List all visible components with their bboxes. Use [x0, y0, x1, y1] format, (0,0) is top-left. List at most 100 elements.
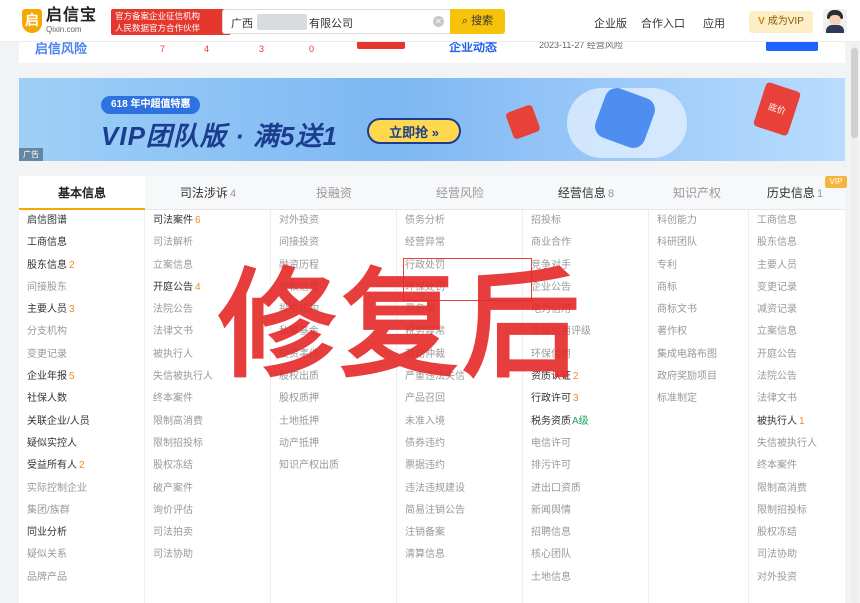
category-item[interactable]: 主要人员 3: [19, 299, 144, 321]
category-item[interactable]: 变更记录: [749, 277, 845, 299]
category-item[interactable]: 新闻舆情: [523, 500, 648, 522]
category-item[interactable]: 司法协助: [749, 544, 845, 566]
category-item[interactable]: 法院公告: [749, 366, 845, 388]
category-item[interactable]: 司法案件 6: [145, 210, 270, 232]
category-item[interactable]: 对外投资: [271, 210, 396, 232]
category-item[interactable]: 集成电路布图: [649, 344, 748, 366]
category-item[interactable]: 间接投资: [271, 232, 396, 254]
category-item[interactable]: 对外投资: [749, 567, 845, 589]
qixin-logo[interactable]: 启 启信宝 Qixin.com: [22, 8, 97, 34]
page-scrollbar[interactable]: [851, 44, 858, 603]
category-item[interactable]: 疑似实控人: [19, 433, 144, 455]
avatar[interactable]: [823, 9, 847, 33]
category-item[interactable]: 经营异常: [397, 232, 522, 254]
category-item[interactable]: 限制高消费: [145, 411, 270, 433]
category-item[interactable]: 品牌产品: [19, 567, 144, 589]
category-item[interactable]: 失信被执行人: [749, 433, 845, 455]
category-item[interactable]: 违法违规建设: [397, 478, 522, 500]
category-item[interactable]: 债务分析: [397, 210, 522, 232]
category-item[interactable]: 专利: [649, 255, 748, 277]
scrollbar-thumb[interactable]: [851, 48, 858, 138]
category-item[interactable]: 标准制定: [649, 388, 748, 410]
category-item[interactable]: 招投标: [523, 210, 648, 232]
category-item[interactable]: 招聘信息: [523, 522, 648, 544]
search-input[interactable]: 广西 有限公司 ✕: [222, 9, 450, 34]
tab-basic-info[interactable]: 基本信息: [19, 176, 145, 210]
category-item[interactable]: 集团/族群: [19, 500, 144, 522]
category-item[interactable]: 立案信息: [749, 321, 845, 343]
category-item[interactable]: 著作权: [649, 321, 748, 343]
category-item[interactable]: 科研团队: [649, 232, 748, 254]
category-item[interactable]: 进出口资质: [523, 478, 648, 500]
category-item[interactable]: 股东信息: [749, 232, 845, 254]
category-item[interactable]: 变更记录: [19, 344, 144, 366]
category-item[interactable]: 未准入境: [397, 411, 522, 433]
category-item[interactable]: 实际控制企业: [19, 478, 144, 500]
category-item[interactable]: 限制招投标: [749, 500, 845, 522]
category-item[interactable]: 核心团队: [523, 544, 648, 566]
category-item[interactable]: 知识产权出质: [271, 455, 396, 477]
category-item[interactable]: 疑似关系: [19, 544, 144, 566]
category-item[interactable]: 企业年报 5: [19, 366, 144, 388]
category-item[interactable]: 商标: [649, 277, 748, 299]
category-item[interactable]: 限制高消费: [749, 478, 845, 500]
category-item[interactable]: 主要人员: [749, 255, 845, 277]
category-item[interactable]: 询价评估: [145, 500, 270, 522]
category-item[interactable]: 简易注销公告: [397, 500, 522, 522]
category-item[interactable]: 土地信息: [523, 567, 648, 589]
category-item[interactable]: 债券违约: [397, 433, 522, 455]
become-vip-button[interactable]: V 成为VIP: [749, 11, 813, 33]
category-item[interactable]: 司法解析: [145, 232, 270, 254]
category-item[interactable]: 同业分析: [19, 522, 144, 544]
category-item[interactable]: 股东信息 2: [19, 255, 144, 277]
category-item[interactable]: 商业合作: [523, 232, 648, 254]
category-item[interactable]: 破产案件: [145, 478, 270, 500]
category-item[interactable]: 税务资质A级: [523, 411, 648, 433]
category-item[interactable]: 票据违约: [397, 455, 522, 477]
category-item[interactable]: 受益所有人 2: [19, 455, 144, 477]
category-item[interactable]: 工商信息: [749, 210, 845, 232]
clear-icon[interactable]: ✕: [433, 16, 444, 27]
category-item[interactable]: 终本案件: [749, 455, 845, 477]
category-item[interactable]: 社保人数: [19, 388, 144, 410]
nav-partner[interactable]: 合作入口: [641, 15, 685, 31]
category-item[interactable]: 关联企业/人员: [19, 411, 144, 433]
category-item[interactable]: 注销备案: [397, 522, 522, 544]
category-item[interactable]: 限制招投标: [145, 433, 270, 455]
risk-count[interactable]: 0: [309, 44, 314, 54]
nav-enterprise[interactable]: 企业版: [594, 15, 627, 31]
risk-count[interactable]: 7: [160, 44, 165, 54]
category-item[interactable]: 工商信息: [19, 232, 144, 254]
category-item[interactable]: 法律文书: [749, 388, 845, 410]
category-item[interactable]: 动产抵押: [271, 433, 396, 455]
category-item[interactable]: 土地抵押: [271, 411, 396, 433]
tab-operating-info[interactable]: 经营信息 8: [523, 176, 649, 210]
category-item[interactable]: 分支机构: [19, 321, 144, 343]
item-count: 2: [79, 460, 85, 472]
category-item[interactable]: 司法协助: [145, 544, 270, 566]
banner-cta-button[interactable]: 立即抢 »: [367, 118, 461, 144]
nav-apps[interactable]: 应用: [703, 15, 725, 31]
category-item[interactable]: 电信许可: [523, 433, 648, 455]
risk-count[interactable]: 3: [259, 44, 264, 54]
promo-banner[interactable]: 618 年中超值特惠 VIP团队版 · 满5送1 立即抢 » 底价 广告: [19, 78, 845, 161]
category-item[interactable]: 政府奖励项目: [649, 366, 748, 388]
category-item[interactable]: 司法拍卖: [145, 522, 270, 544]
category-item[interactable]: 开庭公告: [749, 344, 845, 366]
category-item[interactable]: 科创能力: [649, 210, 748, 232]
category-item[interactable]: 清算信息: [397, 544, 522, 566]
category-item[interactable]: 股权冻结: [145, 455, 270, 477]
category-item[interactable]: 启信图谱: [19, 210, 144, 232]
category-item[interactable]: 股权冻结: [749, 522, 845, 544]
tab-investment[interactable]: 投融资: [271, 176, 397, 210]
category-item[interactable]: 减资记录: [749, 299, 845, 321]
category-item[interactable]: 被执行人 1: [749, 411, 845, 433]
category-item[interactable]: 排污许可: [523, 455, 648, 477]
category-item[interactable]: 间接股东: [19, 277, 144, 299]
tab-judicial[interactable]: 司法涉诉 4: [145, 176, 271, 210]
risk-count[interactable]: 4: [204, 44, 209, 54]
search-button[interactable]: ⌕ 搜索: [450, 9, 505, 34]
category-item[interactable]: 商标文书: [649, 299, 748, 321]
tab-operating-risk[interactable]: 经营风险: [397, 176, 523, 210]
tab-intellectual-property[interactable]: 知识产权: [649, 176, 745, 210]
